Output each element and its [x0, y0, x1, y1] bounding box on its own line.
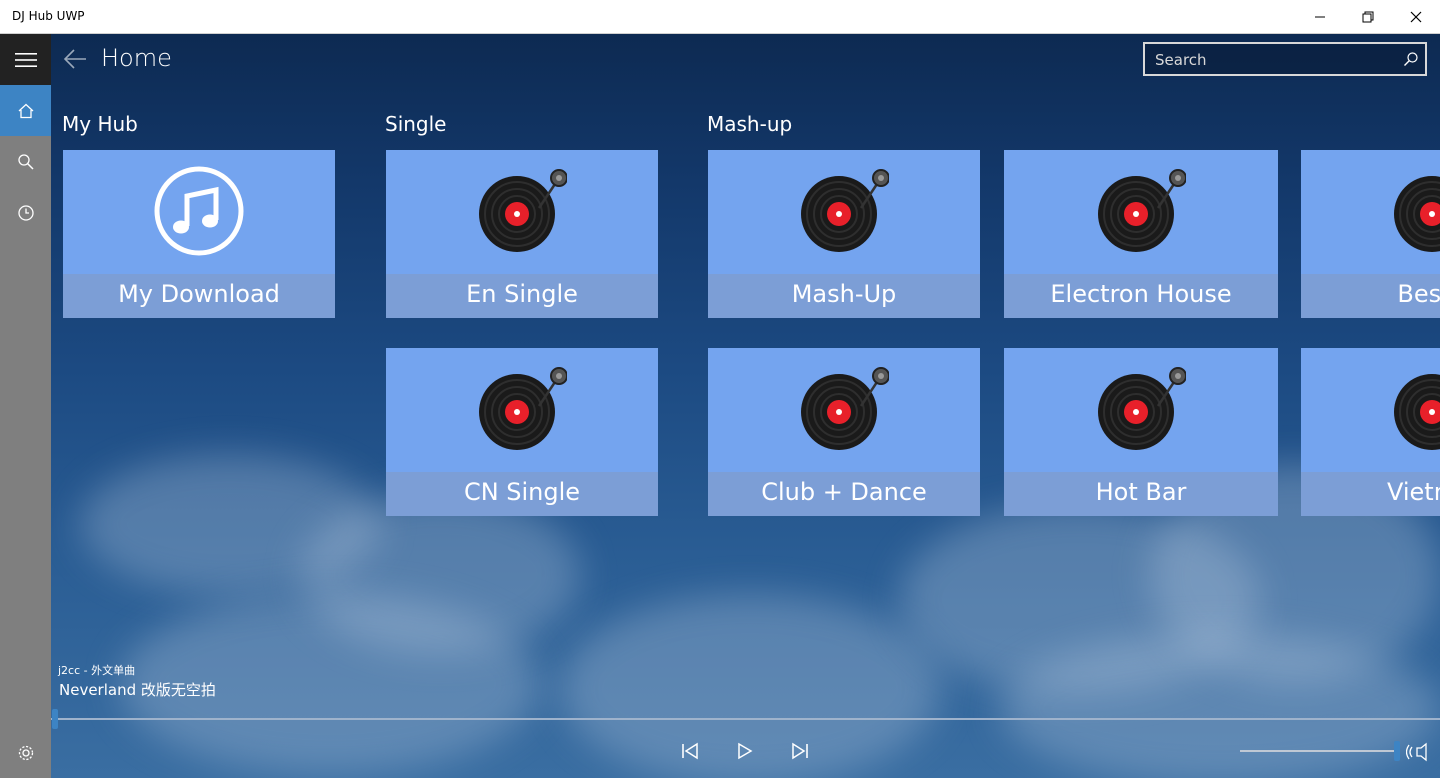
tile-best-d[interactable]: Best D [1301, 150, 1440, 318]
restore-icon [1362, 11, 1374, 23]
tile-club-dance[interactable]: Club + Dance [708, 348, 980, 516]
now-playing-artist: j2cc - 外文单曲 [58, 664, 136, 677]
previous-button[interactable] [677, 738, 703, 764]
gear-icon [18, 745, 33, 760]
app-content: Home My Hub Single Mash-up My Download E… [0, 34, 1440, 778]
sidebar [0, 34, 51, 778]
previous-icon [682, 742, 698, 760]
search-icon[interactable] [1403, 51, 1419, 67]
play-icon [738, 742, 753, 760]
volume-slider[interactable] [1240, 741, 1400, 761]
vinyl-record-icon [801, 367, 889, 450]
tile-label: My Download [63, 274, 335, 318]
close-button[interactable] [1392, 0, 1440, 34]
section-label-single: Single [385, 112, 447, 136]
close-icon [1410, 11, 1422, 23]
vinyl-record-icon [1098, 169, 1186, 252]
menu-icon [14, 52, 37, 67]
search-icon [17, 153, 34, 170]
tile-label: Electron House [1004, 274, 1278, 318]
seek-bar[interactable] [51, 709, 1440, 729]
speaker-icon[interactable] [1406, 742, 1430, 762]
volume-thumb[interactable] [1394, 741, 1400, 761]
sidebar-item-history[interactable] [0, 187, 51, 238]
search-input[interactable] [1155, 50, 1395, 70]
tile-label: Hot Bar [1004, 472, 1278, 516]
home-icon [18, 103, 33, 118]
section-label-mashup: Mash-up [707, 112, 793, 136]
minimize-icon [1315, 16, 1325, 18]
tile-cn-single[interactable]: CN Single [386, 348, 658, 516]
sidebar-item-search[interactable] [0, 136, 51, 187]
minimize-button[interactable] [1296, 0, 1344, 34]
tile-label: Club + Dance [708, 472, 980, 516]
play-button[interactable] [731, 738, 757, 764]
title-bar: DJ Hub UWP [0, 0, 1440, 34]
window-title: DJ Hub UWP [12, 9, 85, 23]
tile-label: En Single [386, 274, 658, 318]
now-playing-song: Neverland 改版无空拍 [59, 681, 216, 699]
tile-hot-bar[interactable]: Hot Bar [1004, 348, 1278, 516]
sidebar-item-home[interactable] [0, 85, 51, 136]
back-arrow-icon[interactable] [62, 48, 88, 70]
next-icon [792, 742, 808, 760]
vinyl-record-icon [1394, 374, 1440, 450]
tile-my-download[interactable]: My Download [63, 150, 335, 318]
vinyl-record-icon [801, 169, 889, 252]
tile-label: CN Single [386, 472, 658, 516]
tile-mash-up[interactable]: Mash-Up [708, 150, 980, 318]
tile-electron-house[interactable]: Electron House [1004, 150, 1278, 318]
vinyl-record-icon [1098, 367, 1186, 450]
cloud-decoration [1000, 634, 1440, 778]
seek-thumb[interactable] [52, 709, 58, 729]
tile-label: Mash-Up [708, 274, 980, 318]
music-note-icon [154, 166, 244, 256]
settings-button[interactable] [0, 727, 51, 778]
search-box[interactable] [1143, 42, 1427, 76]
tile-label: Vietnam [1301, 472, 1440, 516]
tile-label: Best D [1301, 274, 1440, 318]
vinyl-record-icon [1394, 176, 1440, 252]
tile-en-single[interactable]: En Single [386, 150, 658, 318]
clock-icon [17, 204, 34, 221]
hamburger-button[interactable] [0, 34, 51, 85]
section-label-my-hub: My Hub [62, 112, 138, 136]
page-title: Home [101, 44, 172, 72]
restore-button[interactable] [1344, 0, 1392, 34]
vinyl-record-icon [479, 169, 567, 252]
tile-vietnam[interactable]: Vietnam [1301, 348, 1440, 516]
vinyl-record-icon [479, 367, 567, 450]
next-button[interactable] [787, 738, 813, 764]
